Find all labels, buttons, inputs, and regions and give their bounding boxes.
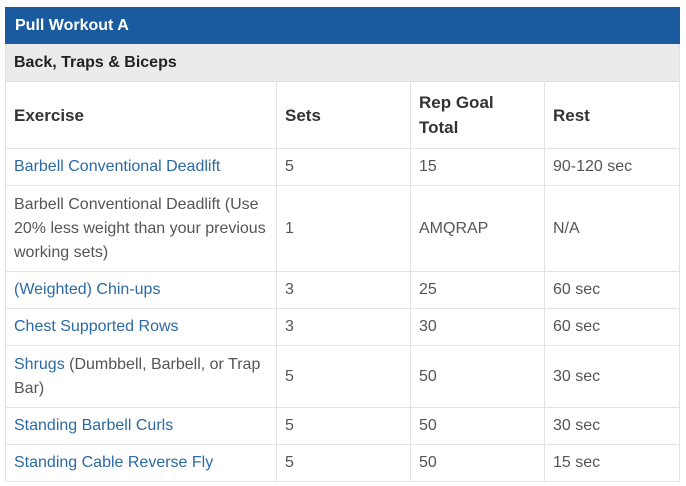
sets-cell: 5: [276, 407, 411, 445]
rest-cell: 90-120 sec: [543, 148, 681, 186]
rest-cell: N/A: [543, 185, 681, 272]
exercise-cell: Barbell Conventional Deadlift (Use 20% l…: [5, 185, 277, 272]
workout-table-container: Pull Workout A Back, Traps & Biceps Exer…: [4, 7, 681, 482]
rest-cell: 30 sec: [543, 345, 681, 408]
column-header-row: Exercise Sets Rep Goal Total Rest: [5, 81, 681, 149]
table-row: (Weighted) Chin-ups 3 25 60 sec: [5, 271, 681, 309]
exercise-link[interactable]: (Weighted) Chin-ups: [14, 281, 160, 298]
table-row: Standing Cable Reverse Fly 5 50 15 sec: [5, 444, 681, 482]
exercise-cell: (Weighted) Chin-ups: [5, 271, 277, 309]
rest-cell: 30 sec: [543, 407, 681, 445]
reps-cell: 30: [410, 308, 545, 346]
reps-cell: 50: [410, 407, 545, 445]
column-header-exercise: Exercise: [5, 81, 277, 149]
table-row: Shrugs (Dumbbell, Barbell, or Trap Bar) …: [5, 345, 681, 408]
table-title-row: Pull Workout A: [4, 7, 681, 44]
exercise-cell: Shrugs (Dumbbell, Barbell, or Trap Bar): [5, 345, 277, 408]
table-title: Pull Workout A: [4, 7, 681, 44]
sets-cell: 5: [276, 148, 411, 186]
exercise-cell: Standing Barbell Curls: [5, 407, 277, 445]
exercise-link[interactable]: Standing Cable Reverse Fly: [14, 454, 213, 471]
exercise-link[interactable]: Shrugs: [14, 356, 65, 373]
exercise-link[interactable]: Chest Supported Rows: [14, 318, 179, 335]
table-subtitle: Back, Traps & Biceps: [4, 43, 681, 82]
reps-cell: 50: [410, 444, 545, 482]
table-row: Standing Barbell Curls 5 50 30 sec: [5, 407, 681, 445]
exercise-cell: Barbell Conventional Deadlift: [5, 148, 277, 186]
reps-cell: 25: [410, 271, 545, 309]
exercise-link[interactable]: Standing Barbell Curls: [14, 417, 173, 434]
sets-cell: 3: [276, 308, 411, 346]
exercise-link[interactable]: Barbell Conventional Deadlift: [14, 158, 220, 175]
column-header-rep-goal-total: Rep Goal Total: [410, 81, 545, 149]
table-row: Barbell Conventional Deadlift 5 15 90-12…: [5, 148, 681, 186]
exercise-cell: Chest Supported Rows: [5, 308, 277, 346]
column-header-sets: Sets: [276, 81, 411, 149]
table-row: Barbell Conventional Deadlift (Use 20% l…: [5, 185, 681, 272]
rest-cell: 15 sec: [543, 444, 681, 482]
workout-table: Pull Workout A Back, Traps & Biceps Exer…: [4, 7, 681, 482]
reps-cell: AMQRAP: [410, 185, 545, 272]
table-row: Chest Supported Rows 3 30 60 sec: [5, 308, 681, 346]
sets-cell: 1: [276, 185, 411, 272]
sets-cell: 5: [276, 444, 411, 482]
rest-cell: 60 sec: [543, 271, 681, 309]
exercise-cell: Standing Cable Reverse Fly: [5, 444, 277, 482]
reps-cell: 15: [410, 148, 545, 186]
column-header-rest: Rest: [543, 81, 681, 149]
sets-cell: 3: [276, 271, 411, 309]
sets-cell: 5: [276, 345, 411, 408]
exercise-note: Barbell Conventional Deadlift (Use 20% l…: [14, 195, 266, 261]
reps-cell: 50: [410, 345, 545, 408]
rest-cell: 60 sec: [543, 308, 681, 346]
table-subtitle-row: Back, Traps & Biceps: [4, 43, 681, 82]
